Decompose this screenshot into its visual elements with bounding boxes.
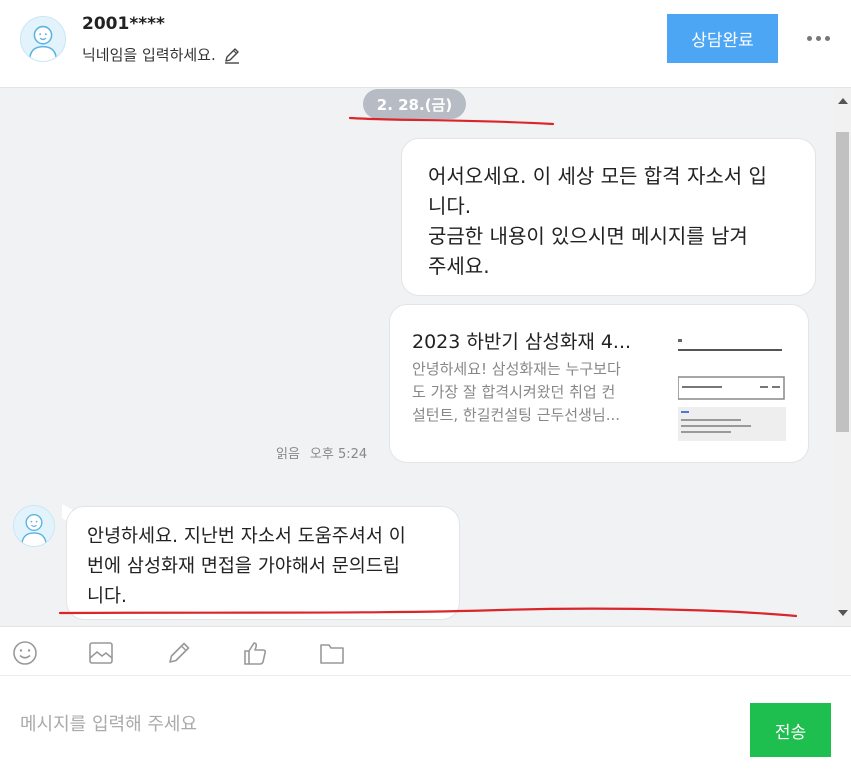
message-line: 안녕하세요. 지난번 자소서 도움주셔서 이 (87, 526, 406, 547)
user-avatar-icon (20, 16, 66, 62)
chat-header: 2001**** 닉네임을 입력하세요. 상담완료 (0, 0, 851, 88)
outgoing-message-bubble: 어서오세요. 이 세상 모든 합격 자소서 입 니다. 궁금한 내용이 있으시면… (401, 138, 816, 296)
link-description: 안녕하세요! 삼성화재는 누구보다 도 가장 잘 합격시켜왔던 취업 컨 설턴트… (412, 358, 658, 427)
scrollbar-thumb[interactable] (836, 132, 849, 432)
message-line: 니다. (87, 586, 127, 607)
date-divider: 2. 28.(금) (363, 89, 466, 119)
more-dots-icon[interactable] (800, 24, 836, 52)
message-line: 궁금한 내용이 있으시면 메시지를 남겨 (428, 224, 748, 248)
dot (815, 35, 821, 41)
send-button[interactable]: 전송 (750, 703, 831, 757)
incoming-message-bubble: 안녕하세요. 지난번 자소서 도움주셔서 이 번에 삼성화재 면접을 가야해서 … (66, 506, 460, 620)
message-time: 오후 5:24 (309, 447, 368, 462)
user-avatar-icon (13, 505, 55, 547)
message-input[interactable] (0, 677, 740, 771)
folder-icon[interactable] (318, 639, 346, 667)
link-title[interactable]: 2023 하반기 삼성화재 4... (412, 327, 652, 354)
read-label: 읽음 (276, 447, 300, 462)
consultation-complete-button[interactable]: 상담완료 (667, 14, 778, 63)
pencil-icon[interactable] (222, 45, 242, 65)
dot (806, 35, 812, 41)
message-toolbar (0, 626, 851, 676)
read-receipt: 읽음 오후 5:24 (276, 443, 367, 462)
image-icon[interactable] (87, 639, 115, 667)
message-line: 어서오세요. 이 세상 모든 합격 자소서 입 (428, 164, 767, 188)
link-preview-card[interactable]: 2023 하반기 삼성화재 4... 안녕하세요! 삼성화재는 누구보다 도 가… (389, 304, 809, 463)
chat-messages-area[interactable]: 2. 28.(금) 어서오세요. 이 세상 모든 합격 자소서 입 니다. 궁금… (0, 88, 851, 626)
emoji-icon[interactable] (11, 639, 39, 667)
link-description-line: 도 가장 잘 합격시켜왔던 취업 컨 (412, 383, 616, 401)
chat-scrollbar[interactable] (834, 88, 851, 626)
link-description-line: 설턴트, 한길컨설팅 근두선생님... (412, 406, 621, 424)
user-name: 2001**** (82, 14, 165, 34)
message-line: 니다. (428, 194, 472, 218)
pencil-icon[interactable] (165, 639, 193, 667)
scroll-down-arrow-icon[interactable] (838, 610, 848, 616)
link-thumbnail[interactable] (677, 335, 786, 443)
message-line: 번에 삼성화재 면접을 가야해서 문의드립 (87, 556, 400, 577)
nickname-placeholder[interactable]: 닉네임을 입력하세요. (82, 44, 216, 65)
thumbs-up-icon[interactable] (241, 639, 269, 667)
dot (824, 35, 830, 41)
nickname-edit[interactable]: 닉네임을 입력하세요. (82, 44, 242, 65)
link-description-line: 안녕하세요! 삼성화재는 누구보다 (412, 360, 621, 378)
scroll-up-arrow-icon[interactable] (838, 98, 848, 104)
message-line: 주세요. (428, 254, 490, 278)
